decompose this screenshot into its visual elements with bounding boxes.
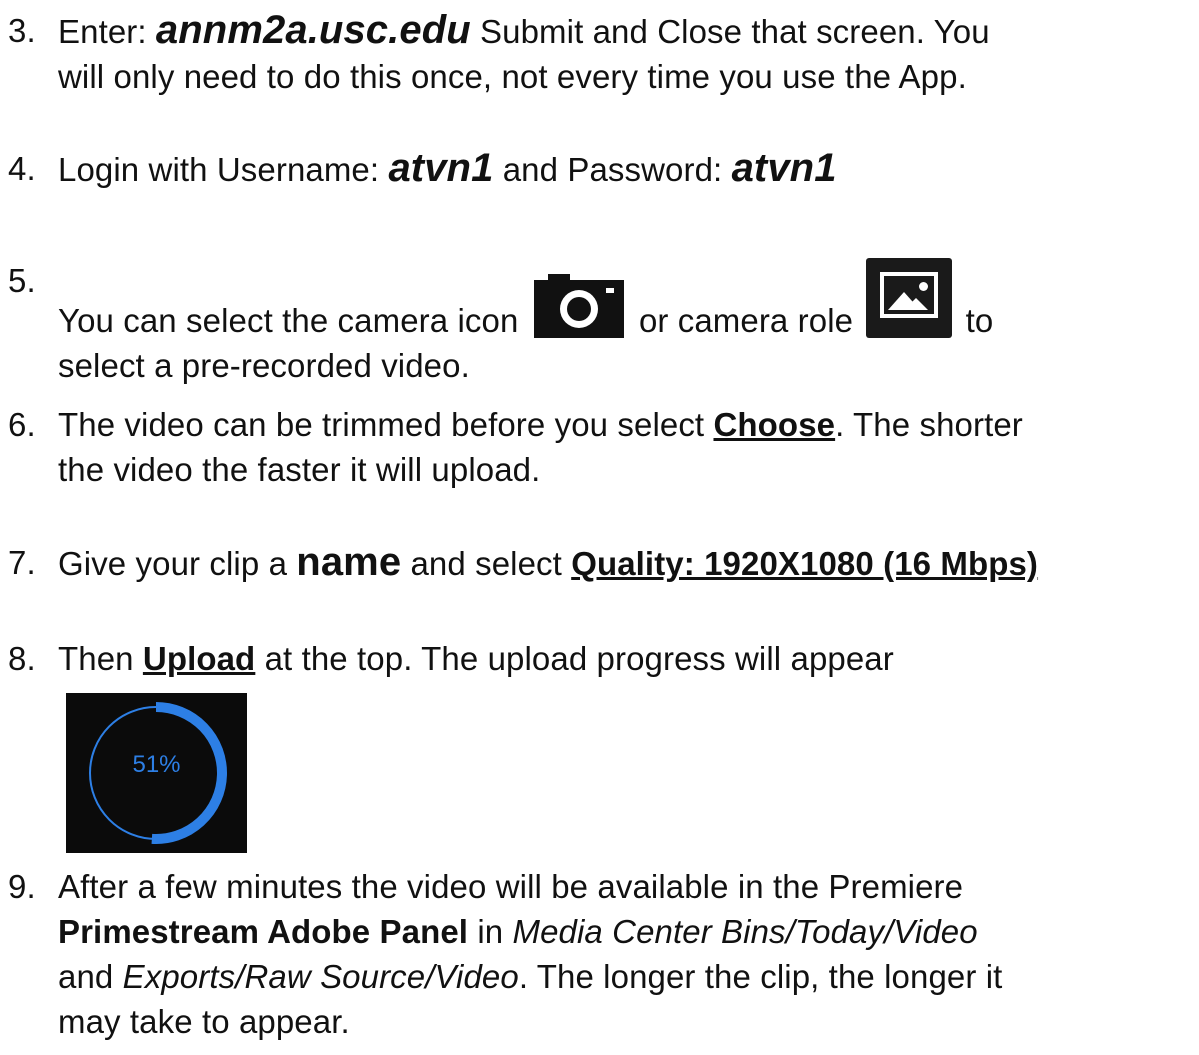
step-number: 7. [8, 544, 36, 581]
step-number: 3. [8, 12, 36, 49]
step-text: Submit and Close that screen. You [470, 13, 990, 50]
step-text: . The longer the clip, the longer it [518, 958, 1003, 995]
step-text: in [468, 913, 513, 950]
step-number: 9. [8, 868, 36, 905]
upload-label: Upload [142, 640, 256, 677]
step-text: and select [401, 545, 572, 582]
step-text: will only need to do this once, not ever… [58, 58, 967, 95]
step-text: Login with Username: [58, 151, 389, 188]
step-number: 6. [8, 406, 36, 443]
media-path: Media Center Bins/Today/Video [512, 913, 978, 950]
step-text: Enter: [58, 13, 156, 50]
step-text: and Password: [493, 151, 732, 188]
photo-library-icon [866, 258, 953, 338]
step-text: . The shorter [835, 406, 1023, 443]
quality-setting: Quality: 1920X1080 (16 Mbps) [571, 545, 1039, 582]
step-text: and [58, 958, 123, 995]
export-path: Exports/Raw Source/Video [122, 958, 519, 995]
step-text: may take to appear. [58, 1003, 350, 1040]
step-text: After a few minutes the video will be av… [58, 868, 964, 905]
step-text: You can select the camera icon [58, 302, 528, 339]
step-text: or camera role [629, 302, 863, 339]
upload-progress-ring: 51% [66, 693, 247, 853]
progress-percentage: 51% [132, 751, 181, 778]
step-text: The video can be trimmed before you sele… [58, 406, 714, 443]
panel-name: Primestream Adobe Panel [58, 913, 469, 950]
step-number: 4. [8, 150, 36, 187]
step-text: Give your clip a [58, 545, 297, 582]
step-number: 8. [8, 640, 36, 677]
step-text: Then [58, 640, 143, 677]
name-emphasis: name [296, 540, 402, 584]
choose-label: Choose [713, 406, 836, 443]
step-text: the video the faster it will upload. [58, 451, 541, 488]
step-number: 5. [8, 262, 36, 299]
step-text: select a pre-recorded video. [58, 347, 470, 384]
camera-icon [533, 274, 624, 338]
username-value: atvn1 [388, 146, 494, 190]
password-value: atvn1 [731, 146, 837, 190]
step-text: at the top. The upload progress will app… [255, 640, 894, 677]
server-address: annm2a.usc.edu [155, 8, 471, 52]
step-text: to [956, 302, 994, 339]
